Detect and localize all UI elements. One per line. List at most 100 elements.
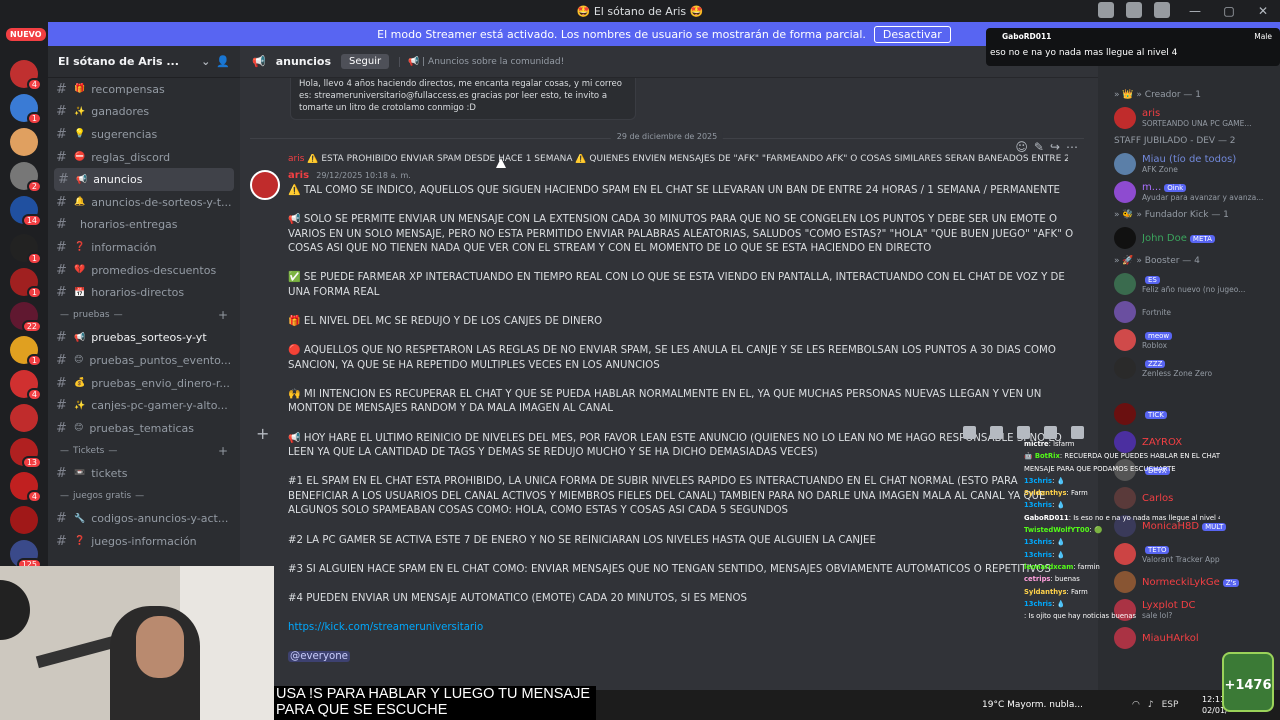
server-icon[interactable] <box>10 506 38 534</box>
follow-button[interactable]: Seguir <box>341 54 390 69</box>
channel-canjes-pc-gamer-y-alto[interactable]: # ✨ canjes-pc-gamer-y-alto... <box>48 394 240 417</box>
unread-badge: 2 <box>26 180 42 193</box>
more-icon[interactable]: ⋯ <box>1066 140 1078 154</box>
inbox-icon[interactable] <box>1098 2 1114 18</box>
help-icon[interactable] <box>1154 2 1170 18</box>
channel-pruebas-envio-dinero-r[interactable]: # 💰 pruebas_envio_dinero-r... <box>48 372 240 395</box>
reply-preview[interactable]: aris ⚠️ ESTA PROHIBIDO ENVIAR SPAM DESDE… <box>288 154 1068 164</box>
forward-icon[interactable]: ↪ <box>1050 140 1060 154</box>
member-item[interactable]: m... Oink Ayudar para avanzar y avanza... <box>1098 178 1280 206</box>
reply-text: ⚠️ ESTA PROHIBIDO ENVIAR SPAM DESDE HACE… <box>307 154 1068 164</box>
channel-pruebas-sorteos-y-yt[interactable]: # 📢 pruebas_sorteos-y-yt <box>48 327 240 350</box>
minimize-button[interactable]: — <box>1178 0 1212 22</box>
server-icon[interactable]: 4 <box>10 472 42 503</box>
chat-user: cetrips <box>1024 575 1051 584</box>
paragraph: ⚠️ TAL COMO SE INDICO, AQUELLOS QUE SIGU… <box>288 185 1060 196</box>
window-controls: — ▢ ✕ <box>1178 0 1280 22</box>
member-item[interactable]: TICK <box>1098 400 1280 428</box>
member-name: Miau (tío de todos) <box>1142 154 1237 165</box>
server-icon[interactable] <box>10 128 38 156</box>
channel-ganadores[interactable]: # ✨ ganadores <box>48 101 240 124</box>
member-item[interactable]: aris SORTEANDO UNA PC GAME... <box>1098 104 1280 132</box>
channel-promedios-descuentos[interactable]: # 💔 promedios-descuentos <box>48 259 240 282</box>
message-author[interactable]: aris <box>288 170 309 181</box>
channel-anuncios[interactable]: # 📢 anuncios <box>54 168 234 191</box>
channel-informaci-n[interactable]: # ❓ información <box>48 236 240 259</box>
paragraph: ✅ SE PUEDE FARMEAR XP INTERACTUANDO EN T… <box>288 272 1065 298</box>
member-item[interactable]: ZZZ Zenless Zone Zero <box>1098 354 1280 382</box>
unread-badge: 13 <box>21 456 42 469</box>
chat-user: 13chris <box>1024 538 1053 547</box>
language-indicator[interactable]: ESP <box>1162 700 1179 710</box>
volume-icon[interactable]: ♪ <box>1148 700 1154 710</box>
add-member-icon[interactable]: 👤 <box>216 55 230 68</box>
channel-emoji: 💰 <box>74 378 86 389</box>
member-item[interactable]: Miau (tío de todos) AFK Zone <box>1098 150 1280 178</box>
screen-icon[interactable] <box>1126 2 1142 18</box>
hash-icon: # <box>56 126 67 142</box>
server-icon[interactable]: 1 <box>10 336 42 367</box>
member-status: SORTEANDO UNA PC GAME... <box>1142 119 1252 128</box>
disable-streamer-mode-button[interactable]: Desactivar <box>873 25 951 43</box>
member-item[interactable]: Fortnite <box>1098 298 1280 326</box>
server-icon[interactable]: 125 <box>10 540 42 571</box>
avatar <box>1114 227 1136 249</box>
avatar[interactable] <box>250 170 280 200</box>
gif-icon[interactable] <box>990 426 1003 439</box>
server-icon[interactable]: 4 <box>10 60 42 91</box>
channel-recompensas[interactable]: # 🎁 recompensas <box>48 78 240 101</box>
weather-widget[interactable]: 19°C Mayorm. nubla... <box>982 700 1083 710</box>
close-button[interactable]: ✕ <box>1246 0 1280 22</box>
wifi-icon[interactable]: ◠ <box>1132 700 1140 710</box>
category-juegos[interactable]: — juegos gratis — <box>48 485 240 508</box>
server-icon[interactable]: 2 <box>10 162 42 193</box>
message-timestamp: 29/12/2025 10:18 a. m. <box>316 171 411 180</box>
unread-badge: 4 <box>26 388 42 401</box>
member-tag: meow <box>1145 332 1173 340</box>
add-channel-icon[interactable]: + <box>218 308 228 322</box>
channel-pruebas-tematicas[interactable]: # 😊 pruebas_tematicas <box>48 417 240 440</box>
channel-sugerencias[interactable]: # 💡 sugerencias <box>48 123 240 146</box>
edit-icon[interactable]: ✎ <box>1034 140 1044 154</box>
server-header[interactable]: El sótano de Aris ... ⌄ 👤 <box>48 46 240 78</box>
category-pruebas[interactable]: — pruebas — + <box>48 304 240 327</box>
server-icon[interactable]: 1 <box>10 94 42 125</box>
add-channel-icon[interactable]: + <box>218 444 228 458</box>
chevron-down-icon[interactable]: ⌄ <box>201 55 210 68</box>
paragraph: #1 EL SPAM EN EL CHAT ESTA PROHIBIDO, LA… <box>288 476 1046 517</box>
react-icon[interactable]: ☺ <box>1015 140 1028 154</box>
channel-anuncios-de-sorteos-y-t[interactable]: # 🔔 anuncios-de-sorteos-y-t... <box>48 191 240 214</box>
member-tag: ES <box>1145 276 1160 284</box>
member-item[interactable]: meow Roblox <box>1098 326 1280 354</box>
channel-reglas-discord[interactable]: # ⛔ reglas_discord <box>48 146 240 169</box>
server-icon[interactable]: 1 <box>10 234 42 265</box>
chat-user: 13chris <box>1024 550 1053 559</box>
attach-icon[interactable]: + <box>256 424 269 443</box>
member-item[interactable]: John Doe META <box>1098 224 1280 252</box>
server-icon[interactable]: 1 <box>10 268 42 299</box>
hash-icon: # <box>56 465 67 481</box>
kick-link[interactable]: https://kick.com/streameruniversitario <box>288 622 483 633</box>
member-name: meow <box>1142 330 1173 341</box>
channel-label: pruebas_envio_dinero-r... <box>91 376 230 390</box>
chat-user: 13chris <box>1024 476 1053 485</box>
server-icon[interactable]: 13 <box>10 438 42 469</box>
stream-chat-line: leonardxcam: farmin <box>1024 561 1220 573</box>
gift-icon[interactable] <box>963 426 976 439</box>
stream-chat-line: 13chris: 💧 <box>1024 499 1220 511</box>
hash-icon: # <box>56 420 67 436</box>
channel-horarios-entregas[interactable]: # horarios-entregas <box>48 214 240 237</box>
channel-juegos-informaci-n[interactable]: # ❓ juegos-información <box>48 530 240 553</box>
maximize-button[interactable]: ▢ <box>1212 0 1246 22</box>
server-icon[interactable] <box>10 404 38 432</box>
server-icon[interactable]: 4 <box>10 370 42 401</box>
channel-tickets[interactable]: # 📼 tickets <box>48 462 240 485</box>
category-tickets[interactable]: — Tickets — + <box>48 440 240 463</box>
channel-pruebas-puntos-evento[interactable]: # 😊 pruebas_puntos_evento... <box>48 349 240 372</box>
server-icon[interactable]: 14 <box>10 196 42 227</box>
everyone-mention[interactable]: @everyone <box>288 650 350 662</box>
server-icon[interactable]: 22 <box>10 302 42 333</box>
channel-horarios-directos[interactable]: # 📅 horarios-directos <box>48 281 240 304</box>
channel-codigos-anuncios-y-act[interactable]: # 🔧 codigos-anuncios-y-act... <box>48 507 240 530</box>
member-item[interactable]: ES Feliz año nuevo (no jugeo... <box>1098 270 1280 298</box>
